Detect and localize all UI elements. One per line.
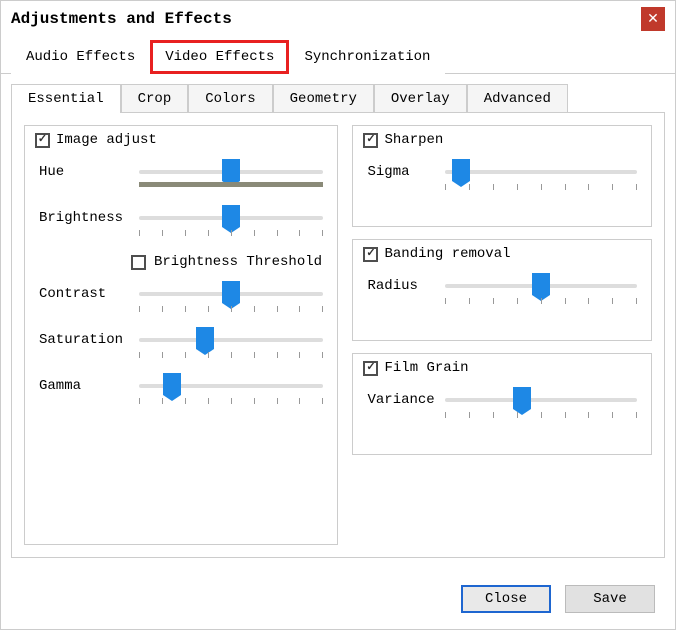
tab-colors[interactable]: Colors	[188, 84, 272, 113]
sharpen-label: Sharpen	[384, 132, 443, 148]
saturation-label: Saturation	[39, 332, 129, 348]
contrast-slider[interactable]	[139, 284, 323, 304]
brightness-slider[interactable]	[139, 208, 323, 228]
radius-label: Radius	[367, 278, 435, 294]
gamma-slider[interactable]	[139, 376, 323, 396]
image-adjust-label: Image adjust	[56, 132, 157, 148]
close-icon[interactable]: ✕	[641, 7, 665, 31]
variance-slider[interactable]	[445, 390, 637, 410]
dialog-buttons: Close Save	[1, 569, 675, 629]
tab-audio-effects[interactable]: Audio Effects	[11, 40, 150, 74]
brightness-threshold-label: Brightness Threshold	[154, 254, 322, 270]
tab-crop[interactable]: Crop	[121, 84, 189, 113]
tab-overlay[interactable]: Overlay	[374, 84, 467, 113]
saturation-slider[interactable]	[139, 330, 323, 350]
image-adjust-checkbox[interactable]	[35, 133, 50, 148]
sub-tabs: Essential Crop Colors Geometry Overlay A…	[11, 84, 665, 113]
banding-removal-group: Banding removal Radius	[352, 239, 652, 341]
brightness-threshold-checkbox[interactable]	[131, 255, 146, 270]
essential-panel: Image adjust Hue Brightness	[11, 112, 665, 558]
save-button[interactable]: Save	[565, 585, 655, 613]
film-grain-group: Film Grain Variance	[352, 353, 652, 455]
gamma-label: Gamma	[39, 378, 129, 394]
close-button[interactable]: Close	[461, 585, 551, 613]
main-tabs: Audio Effects Video Effects Synchronizat…	[1, 39, 675, 74]
tab-synchronization[interactable]: Synchronization	[289, 40, 445, 74]
banding-removal-label: Banding removal	[384, 246, 510, 262]
tab-advanced[interactable]: Advanced	[467, 84, 568, 113]
radius-slider[interactable]	[445, 276, 637, 296]
titlebar: Adjustments and Effects ✕	[1, 1, 675, 39]
sigma-slider[interactable]	[445, 162, 637, 182]
sharpen-checkbox[interactable]	[363, 133, 378, 148]
image-adjust-group: Image adjust Hue Brightness	[24, 125, 338, 545]
variance-label: Variance	[367, 392, 435, 408]
sharpen-group: Sharpen Sigma	[352, 125, 652, 227]
adjustments-window: Adjustments and Effects ✕ Audio Effects …	[0, 0, 676, 630]
tab-essential[interactable]: Essential	[11, 84, 121, 113]
hue-slider[interactable]	[139, 162, 323, 182]
film-grain-label: Film Grain	[384, 360, 468, 376]
hue-label: Hue	[39, 164, 129, 180]
brightness-label: Brightness	[39, 210, 129, 226]
contrast-label: Contrast	[39, 286, 129, 302]
window-title: Adjustments and Effects	[11, 10, 232, 28]
tab-geometry[interactable]: Geometry	[273, 84, 374, 113]
tab-video-effects[interactable]: Video Effects	[150, 40, 289, 74]
film-grain-checkbox[interactable]	[363, 361, 378, 376]
banding-removal-checkbox[interactable]	[363, 247, 378, 262]
sigma-label: Sigma	[367, 164, 435, 180]
